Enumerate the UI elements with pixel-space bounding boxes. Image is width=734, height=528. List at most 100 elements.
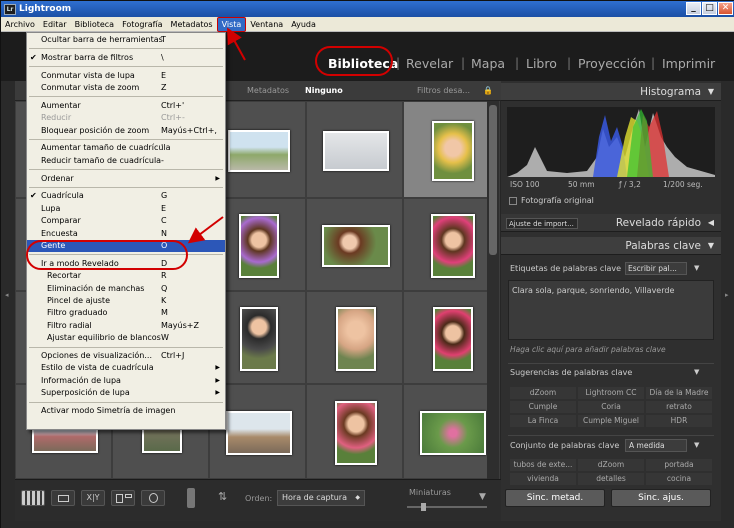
menu-item-recortar[interactable]: Recortar R (27, 270, 225, 282)
keyword-set-select[interactable]: A medida (625, 439, 687, 452)
module-imprimir[interactable]: Imprimir (662, 56, 715, 71)
collapse-triangle-icon[interactable]: ◀ (708, 214, 714, 232)
histogram-header[interactable]: Histograma ▼ (501, 83, 721, 101)
keyword-set-item[interactable]: dZoom (578, 459, 644, 471)
photo-thumbnail[interactable] (334, 400, 377, 465)
keyword-suggestion[interactable]: HDR (646, 415, 712, 427)
menu-item-conmutar-vista-de-lupa[interactable]: Conmutar vista de lupa E (27, 70, 225, 82)
keyword-tags-textarea[interactable]: Clara sola, parque, sonriendo, Villaverd… (508, 280, 714, 340)
thumbnail-size-slider[interactable] (407, 503, 487, 511)
menu-item-reducir[interactable]: Reducir Ctrl+- (27, 112, 225, 124)
left-panel-collapsed[interactable]: ◂ (1, 81, 15, 528)
module-libro[interactable]: Libro (526, 56, 557, 71)
menu-item-bloquear-posición-de-zoom[interactable]: Bloquear posición de zoom Mayús+Ctrl+, (27, 125, 225, 137)
keyword-suggestion[interactable]: Coria (578, 401, 644, 413)
collapse-triangle-icon[interactable]: ▼ (694, 441, 699, 449)
menu-item-eliminación-de-manchas[interactable]: Eliminación de manchas Q (27, 283, 225, 295)
keyword-set-item[interactable]: vivienda (510, 473, 576, 485)
keywording-header[interactable]: Palabras clave ▼ (501, 237, 721, 255)
menu-item-filtro-graduado[interactable]: Filtro graduado M (27, 307, 225, 319)
menu-item-ordenar[interactable]: Ordenar ▶ (27, 173, 225, 185)
sync-settings-button[interactable]: Sinc. ajus. (611, 489, 711, 507)
add-keywords-hint[interactable]: Haga clic aquí para añadir palabras clav… (510, 345, 666, 354)
collapse-triangle-icon[interactable]: ▼ (708, 237, 714, 255)
menu-item-opciones-de-visualización[interactable]: Opciones de visualización... Ctrl+J (27, 350, 225, 362)
menu-item-conmutar-vista-de-zoom[interactable]: Conmutar vista de zoom Z (27, 82, 225, 94)
menu-item-información-de-lupa[interactable]: Información de lupa ▶ (27, 375, 225, 387)
keyword-suggestion[interactable]: Cumple (510, 401, 576, 413)
photo-thumbnail[interactable] (432, 306, 473, 371)
menubar-item-ventana[interactable]: Ventana (246, 17, 287, 32)
sync-metadata-button[interactable]: Sinc. metad. (505, 489, 605, 507)
module-mapa[interactable]: Mapa (471, 56, 505, 71)
original-photo-checkbox[interactable] (509, 197, 517, 205)
grid-cell[interactable] (306, 101, 403, 198)
grid-cell[interactable] (306, 384, 403, 479)
menu-item-aumentar-tamaño-de-cuadrícula[interactable]: Aumentar tamaño de cuadrícula ' (27, 142, 225, 154)
menubar-item-ayuda[interactable]: Ayuda (287, 17, 320, 32)
photo-thumbnail[interactable] (239, 306, 278, 371)
grid-cell[interactable] (306, 291, 403, 384)
slider-handle[interactable] (421, 503, 426, 511)
grid-cell[interactable] (306, 198, 403, 291)
menu-item-lupa[interactable]: Lupa E (27, 203, 225, 215)
filter-ninguno[interactable]: Ninguno (305, 86, 343, 95)
keyword-suggestion[interactable]: Lightroom CC (578, 387, 644, 399)
right-panel-edge[interactable]: ▸ (721, 81, 734, 528)
menu-item-superposición-de-lupa[interactable]: Superposición de lupa ▶ (27, 387, 225, 399)
collapse-right-panel-icon[interactable]: ▸ (725, 291, 729, 299)
photo-thumbnail[interactable] (225, 410, 292, 455)
expand-left-panel-icon[interactable]: ◂ (5, 291, 9, 299)
lock-icon[interactable]: 🔒 (483, 86, 493, 95)
people-view-icon[interactable] (141, 490, 165, 506)
toolbar-menu-icon[interactable]: ▼ (479, 492, 486, 502)
keyword-set-item[interactable]: tubos de exte... (510, 459, 576, 471)
quick-develop-header[interactable]: Ajuste de import... Revelado rápido ◀ (501, 214, 721, 232)
photo-thumbnail[interactable] (431, 120, 474, 181)
maximize-button[interactable]: □ (702, 2, 717, 15)
menu-item-aumentar[interactable]: Aumentar Ctrl+' (27, 100, 225, 112)
survey-view-icon[interactable] (111, 490, 135, 506)
keyword-set-item[interactable]: portada (646, 459, 712, 471)
photo-thumbnail[interactable] (430, 213, 475, 278)
menu-item-reducir-tamaño-de-cuadrícula[interactable]: Reducir tamaño de cuadrícula - (27, 155, 225, 167)
menu-item-estilo-de-vista-de-cuadrícula[interactable]: Estilo de vista de cuadrícula ▶ (27, 362, 225, 374)
menu-item-ajustar-equilibrio-de-blancos[interactable]: Ajustar equilibrio de blancos W (27, 332, 225, 344)
spray-can-icon[interactable] (187, 488, 195, 508)
saved-preset-select[interactable]: Ajuste de import... (506, 218, 578, 229)
minimize-button[interactable]: _ (686, 2, 701, 15)
menu-item-cuadrícula[interactable]: ✔ Cuadrícula G (27, 190, 225, 202)
filmstrip-collapsed[interactable] (1, 521, 734, 528)
menubar-item-metadatos[interactable]: Metadatos (167, 17, 217, 32)
keyword-suggestions-header[interactable]: Sugerencias de palabras clave ▼ (508, 363, 714, 379)
menu-item-ocultar-barra-de-herramientas[interactable]: Ocultar barra de herramientas T (27, 34, 225, 46)
collapse-triangle-icon[interactable]: ▼ (708, 83, 714, 101)
menubar-item-editar[interactable]: Editar (39, 17, 71, 32)
grid-cell[interactable] (403, 384, 500, 479)
grid-cell[interactable] (403, 101, 500, 198)
keyword-suggestion[interactable]: dZoom (510, 387, 576, 399)
grid-view-icon[interactable] (21, 490, 45, 506)
grid-cell[interactable] (403, 291, 500, 384)
compare-view-icon[interactable]: X|Y (81, 490, 105, 506)
menubar-item-fotografía[interactable]: Fotografía (118, 17, 166, 32)
module-revelar[interactable]: Revelar (406, 56, 453, 71)
filter-preset-select[interactable]: Filtros desa... (417, 86, 470, 95)
keyword-suggestion[interactable]: La Finca (510, 415, 576, 427)
keyword-set-header[interactable]: Conjunto de palabras clave A medida ▼ (508, 435, 714, 452)
grid-scrollbar[interactable] (487, 101, 499, 479)
keyword-set-item[interactable]: cocina (646, 473, 712, 485)
scrollbar-thumb[interactable] (489, 105, 497, 255)
menubar-item-vista[interactable]: Vista (216, 16, 247, 32)
keyword-suggestion[interactable]: Día de la Madre (646, 387, 712, 399)
module-proyeccion[interactable]: Proyección (578, 56, 646, 71)
menu-item-filtro-radial[interactable]: Filtro radial Mayús+Z (27, 320, 225, 332)
photo-thumbnail[interactable] (322, 130, 389, 171)
photo-thumbnail[interactable] (238, 213, 279, 278)
close-button[interactable]: ✕ (718, 2, 733, 15)
menu-item-comparar[interactable]: Comparar C (27, 215, 225, 227)
photo-thumbnail[interactable] (321, 224, 390, 267)
sort-select[interactable]: Hora de captura ◆ (277, 490, 365, 506)
sort-direction-icon[interactable]: ⇅ (218, 490, 227, 503)
grid-cell[interactable] (403, 198, 500, 291)
